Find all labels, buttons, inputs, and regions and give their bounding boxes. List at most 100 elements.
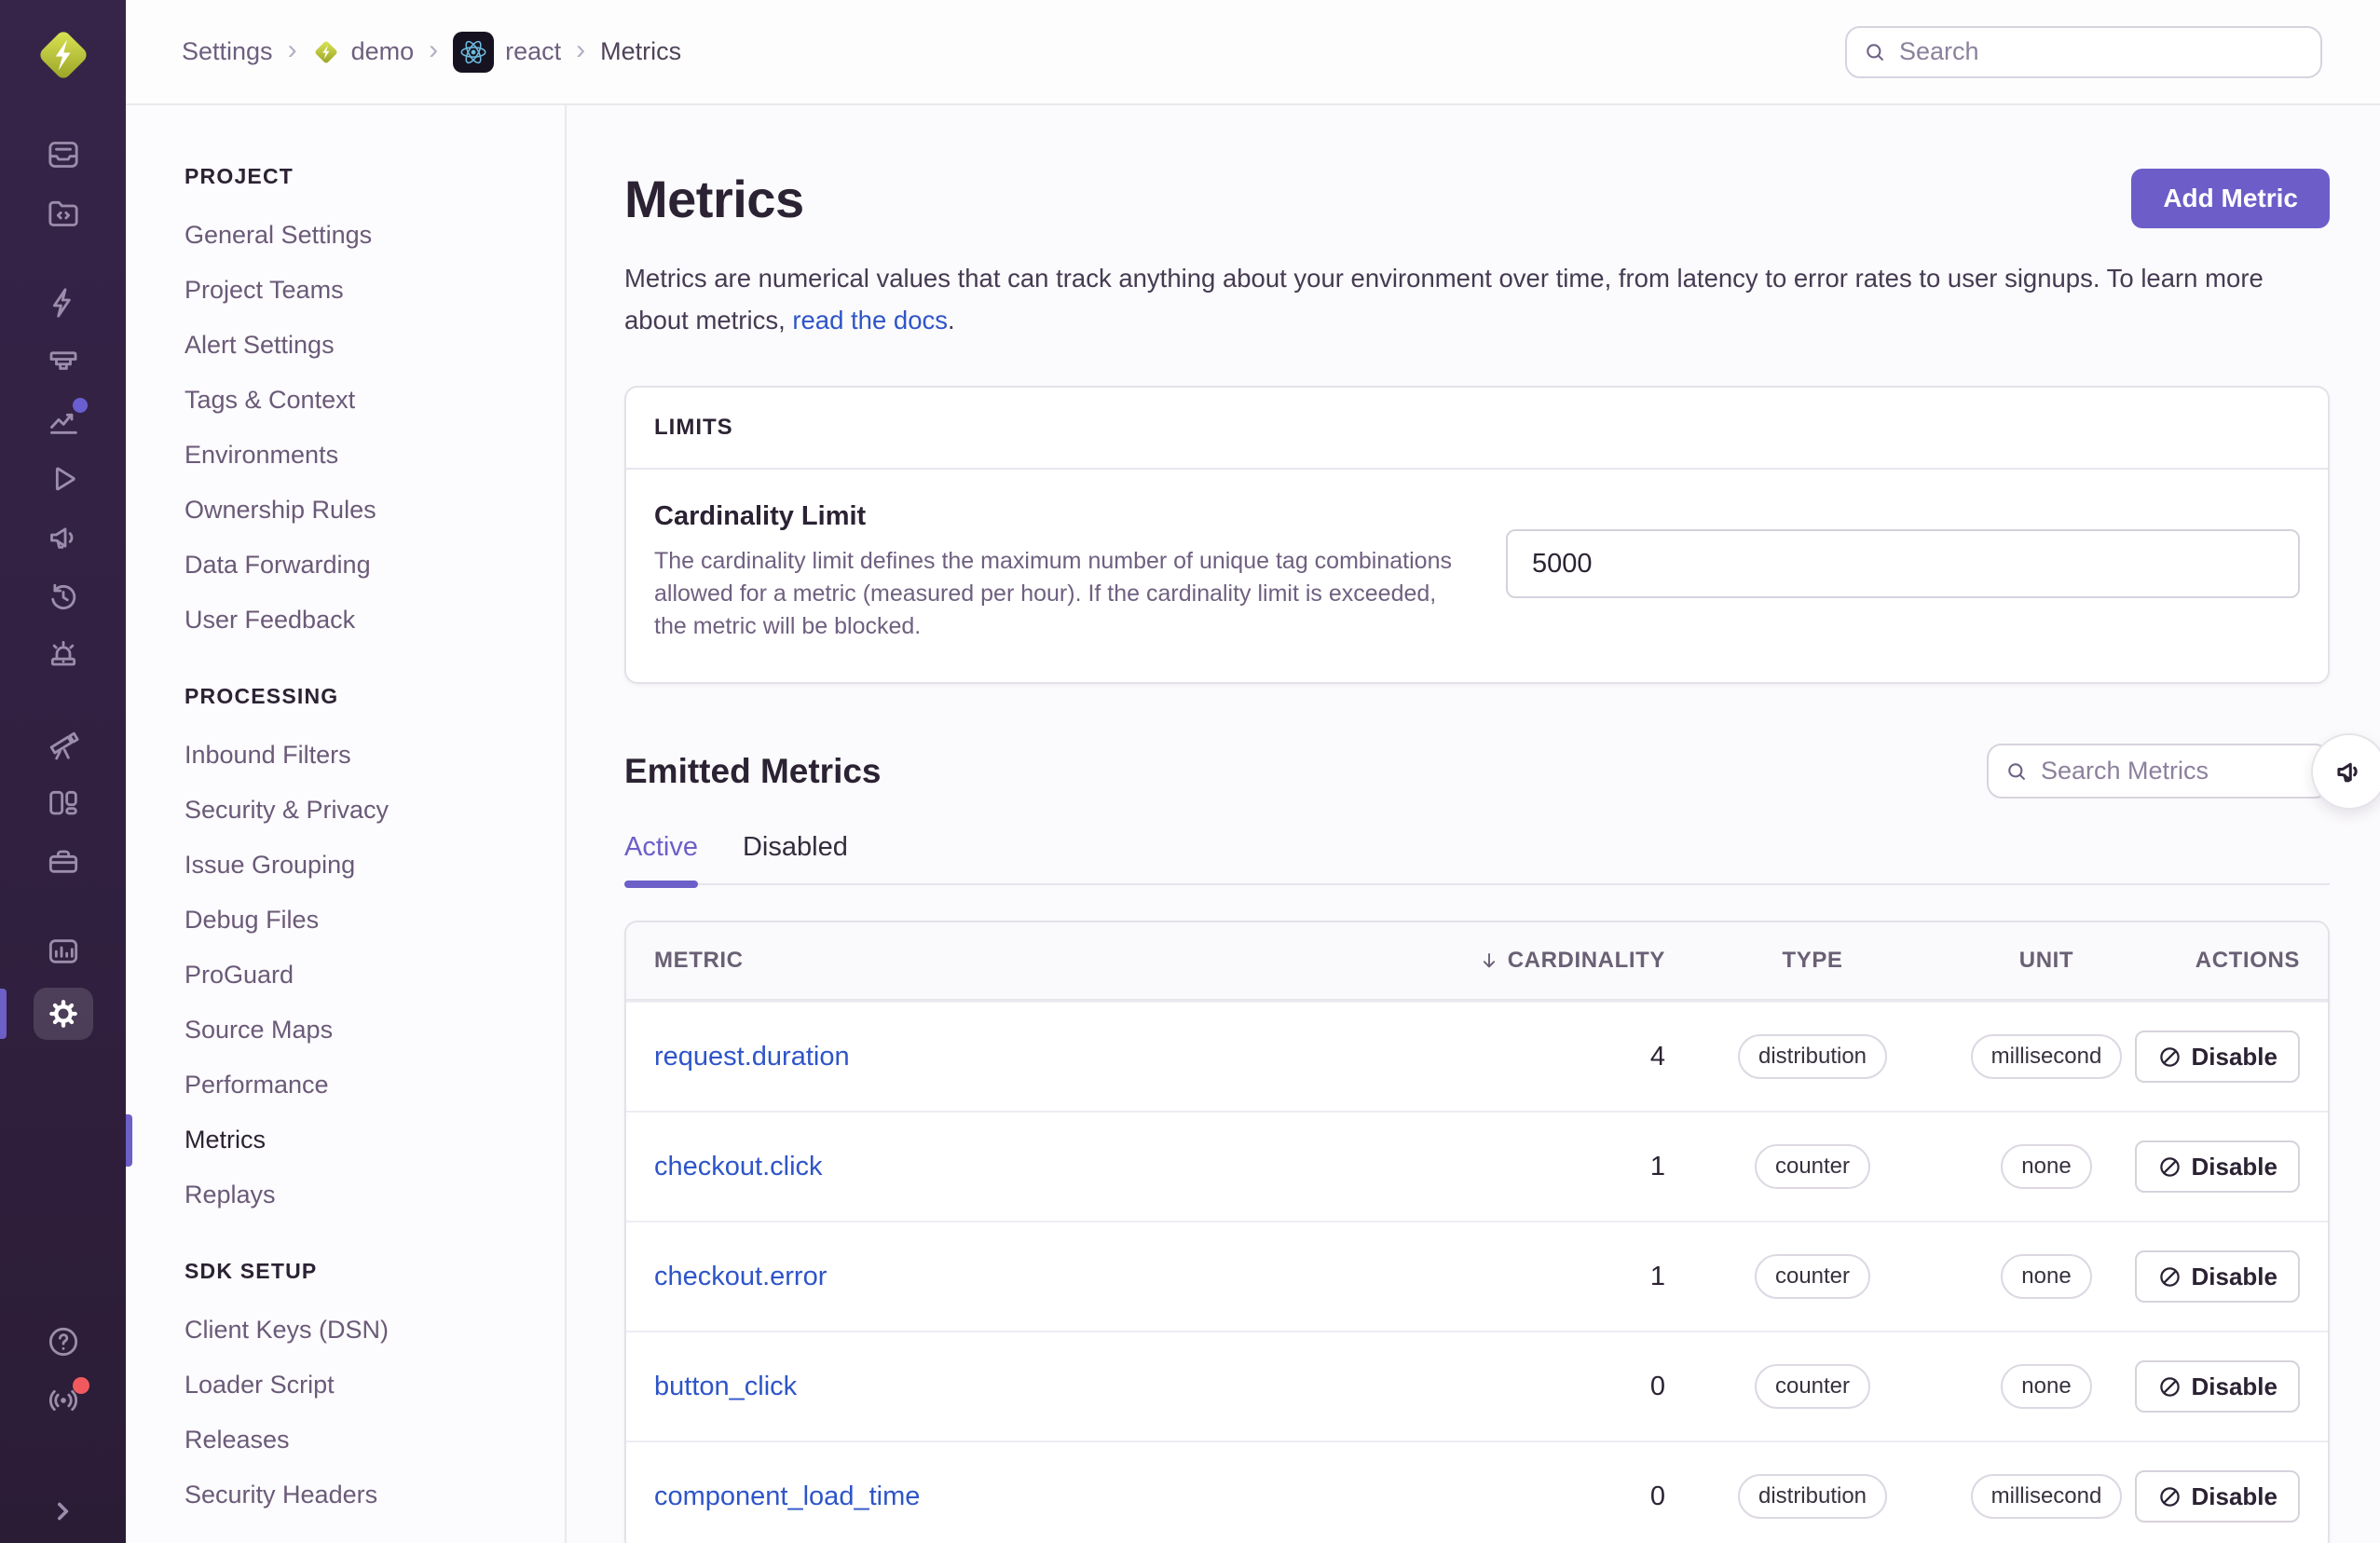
table-header-row: METRIC CARDINALITY TYPE UNIT ACTIONS bbox=[626, 922, 2328, 1001]
sidebar-item-environments[interactable]: Environments bbox=[185, 428, 537, 483]
react-platform-icon bbox=[453, 31, 495, 73]
sidebar-item-metrics[interactable]: Metrics bbox=[185, 1113, 537, 1167]
sidebar-item-dashboards[interactable] bbox=[0, 781, 126, 826]
sidebar-item-feedback[interactable] bbox=[0, 515, 126, 560]
disable-button-label: Disable bbox=[2191, 1152, 2278, 1181]
type-chip: distribution bbox=[1737, 1034, 1888, 1079]
breadcrumb-project-label: react bbox=[505, 37, 562, 65]
metrics-search-input[interactable] bbox=[1987, 744, 2330, 799]
table-row: button_click 0 counter none Disable bbox=[626, 1331, 2328, 1441]
stats-panel-icon bbox=[48, 939, 77, 963]
sidebar-item-ownership-rules[interactable]: Ownership Rules bbox=[185, 483, 537, 538]
metric-link[interactable]: button_click bbox=[654, 1372, 797, 1402]
tab-active[interactable]: Active bbox=[624, 832, 698, 888]
cardinality-limit-input[interactable] bbox=[1506, 529, 2300, 598]
breadcrumb-current: Metrics bbox=[600, 37, 682, 65]
sidebar-item-whats-new[interactable] bbox=[0, 1377, 126, 1423]
breadcrumb-settings[interactable]: Settings bbox=[182, 37, 273, 66]
emitted-metrics-title: Emitted Metrics bbox=[624, 751, 882, 790]
column-header-metric: METRIC bbox=[654, 948, 744, 973]
metrics-tabs: Active Disabled bbox=[624, 832, 2330, 888]
cardinality-value: 4 bbox=[1649, 1041, 1665, 1072]
column-header-cardinality[interactable]: CARDINALITY bbox=[1479, 948, 1665, 974]
disable-button[interactable]: Disable bbox=[2134, 1031, 2300, 1083]
unit-chip: none bbox=[2001, 1364, 2092, 1409]
sidebar-item-debug-files[interactable]: Debug Files bbox=[185, 893, 537, 948]
metric-link[interactable]: checkout.error bbox=[654, 1262, 827, 1292]
settings-active-highlight bbox=[33, 988, 93, 1040]
metric-link[interactable]: request.duration bbox=[654, 1042, 850, 1072]
sidebar-item-crons[interactable] bbox=[0, 574, 126, 619]
sidebar-item-user-feedback[interactable]: User Feedback bbox=[185, 593, 537, 648]
table-row: component_load_time 0 distribution milli… bbox=[626, 1441, 2328, 1543]
column-header-label: CARDINALITY bbox=[1507, 948, 1665, 973]
metric-link[interactable]: component_load_time bbox=[654, 1482, 920, 1512]
grid-layout-icon bbox=[48, 790, 77, 815]
sidebar-item-source-maps[interactable]: Source Maps bbox=[185, 1003, 537, 1058]
sidebar-item-client-keys[interactable]: Client Keys (DSN) bbox=[185, 1303, 537, 1358]
sidebar-item-stats[interactable] bbox=[0, 398, 126, 443]
settings-sidebar: PROJECT General Settings Project Teams A… bbox=[126, 105, 567, 1543]
sidebar-item-project-teams[interactable]: Project Teams bbox=[185, 263, 537, 318]
expand-rail-button[interactable] bbox=[0, 1489, 126, 1534]
chevron-right-icon bbox=[57, 1502, 68, 1521]
disable-circle-slash-icon bbox=[2159, 1266, 2180, 1287]
projector-icon bbox=[49, 351, 76, 370]
sidebar-item-projector[interactable] bbox=[0, 339, 126, 384]
sidebar-item-releases[interactable]: Releases bbox=[185, 1413, 537, 1468]
sidebar-item-issue-grouping[interactable]: Issue Grouping bbox=[185, 838, 537, 893]
sidebar-item-alert-settings[interactable]: Alert Settings bbox=[185, 318, 537, 373]
disable-button-label: Disable bbox=[2191, 1372, 2278, 1400]
sidebar-item-security-privacy[interactable]: Security & Privacy bbox=[185, 783, 537, 838]
sidebar-item-help[interactable] bbox=[0, 1319, 126, 1364]
metric-link[interactable]: checkout.click bbox=[654, 1152, 823, 1182]
sidebar-item-inbound-filters[interactable]: Inbound Filters bbox=[185, 728, 537, 783]
sidebar-item-alerts[interactable] bbox=[0, 633, 126, 677]
feedback-fab-button[interactable] bbox=[2311, 732, 2380, 810]
topbar: Settings › demo › react › Metrics Search bbox=[126, 0, 2380, 105]
sidebar-item-releases[interactable] bbox=[0, 840, 126, 884]
search-icon bbox=[2004, 758, 2030, 785]
sidebar-item-loader-script[interactable]: Loader Script bbox=[185, 1358, 537, 1413]
breadcrumb-org[interactable]: demo bbox=[312, 37, 414, 66]
sidebar-item-performance[interactable]: Performance bbox=[185, 1058, 537, 1113]
sidebar-item-replays[interactable] bbox=[0, 457, 126, 501]
unit-chip: millisecond bbox=[1970, 1034, 2123, 1079]
gear-icon bbox=[48, 1000, 77, 1028]
breadcrumb-project[interactable]: react bbox=[453, 31, 562, 73]
issues-tray-icon bbox=[48, 142, 78, 168]
column-header-type: TYPE bbox=[1782, 948, 1843, 973]
cardinality-limit-label: Cardinality Limit bbox=[654, 501, 867, 531]
sidebar-item-issues[interactable] bbox=[0, 132, 126, 177]
disable-button[interactable]: Disable bbox=[2134, 1140, 2300, 1193]
sidebar-item-data-forwarding[interactable]: Data Forwarding bbox=[185, 538, 537, 593]
type-chip: distribution bbox=[1737, 1474, 1888, 1519]
unit-chip: none bbox=[2001, 1254, 2092, 1299]
sentry-logo[interactable] bbox=[33, 24, 94, 86]
sidebar-item-explore[interactable] bbox=[0, 722, 126, 767]
sidebar-item-security-headers[interactable]: Security Headers bbox=[185, 1468, 537, 1523]
unit-chip: none bbox=[2001, 1144, 2092, 1189]
sidebar-item-settings[interactable] bbox=[0, 988, 126, 1040]
table-row: checkout.click 1 counter none Disable bbox=[626, 1111, 2328, 1221]
code-folder-icon bbox=[48, 200, 78, 226]
disable-button[interactable]: Disable bbox=[2134, 1250, 2300, 1303]
disable-button[interactable]: Disable bbox=[2134, 1470, 2300, 1523]
disable-button[interactable]: Disable bbox=[2134, 1360, 2300, 1413]
type-chip: counter bbox=[1754, 1364, 1871, 1409]
sidebar-item-replays[interactable]: Replays bbox=[185, 1167, 537, 1222]
disable-button-label: Disable bbox=[2191, 1482, 2278, 1510]
description-period: . bbox=[948, 306, 955, 335]
add-metric-button[interactable]: Add Metric bbox=[2131, 169, 2330, 228]
sidebar-item-proguard[interactable]: ProGuard bbox=[185, 948, 537, 1003]
read-the-docs-link[interactable]: read the docs bbox=[792, 306, 948, 335]
history-clock-icon bbox=[50, 583, 75, 610]
tab-disabled[interactable]: Disabled bbox=[743, 832, 848, 883]
sidebar-item-insights[interactable] bbox=[0, 929, 126, 974]
global-search-input[interactable] bbox=[1845, 25, 2322, 78]
chevron-separator-icon: › bbox=[287, 34, 297, 65]
sidebar-item-quickstart[interactable] bbox=[0, 280, 126, 325]
sidebar-item-general-settings[interactable]: General Settings bbox=[185, 208, 537, 263]
sidebar-item-tags-context[interactable]: Tags & Context bbox=[185, 373, 537, 428]
sidebar-item-projects[interactable] bbox=[0, 191, 126, 236]
